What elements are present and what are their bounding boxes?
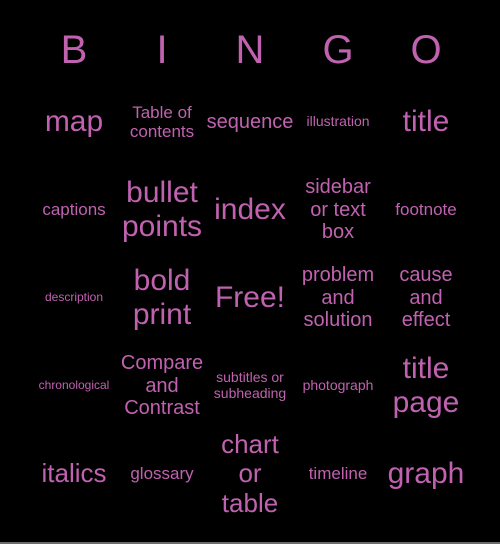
bingo-cell[interactable]: Free! — [206, 254, 294, 342]
header-letter-g: G — [322, 28, 354, 72]
bingo-cell[interactable]: cause and effect — [382, 254, 470, 342]
bingo-cell[interactable]: subtitles or subheading — [206, 342, 294, 430]
bingo-cell[interactable]: description — [30, 254, 118, 342]
bingo-cell[interactable]: Compare and Contrast — [118, 342, 206, 430]
header-letter-b: B — [60, 28, 88, 72]
bingo-cell[interactable]: index — [206, 166, 294, 254]
bingo-cell[interactable]: sidebar or text box — [294, 166, 382, 254]
header-letter-n: N — [235, 28, 265, 72]
bingo-cell[interactable]: map — [30, 78, 118, 166]
bingo-cell[interactable]: problem and solution — [294, 254, 382, 342]
bingo-cell[interactable]: footnote — [382, 166, 470, 254]
bingo-card: B I N G O map Table of contents sequence il… — [0, 0, 500, 544]
bingo-cell[interactable]: timeline — [294, 430, 382, 518]
bingo-cell[interactable]: photograph — [294, 342, 382, 430]
bingo-cell[interactable]: title page — [382, 342, 470, 430]
bingo-cell[interactable]: title — [382, 78, 470, 166]
bingo-cell[interactable]: chronological — [30, 342, 118, 430]
bingo-cell[interactable]: graph — [382, 430, 470, 518]
bingo-cell[interactable]: bullet points — [118, 166, 206, 254]
bingo-cell[interactable]: chart or table — [206, 430, 294, 518]
bingo-grid: map Table of contents sequence illustration… — [30, 78, 470, 518]
bingo-header-row: B I N G O — [30, 0, 470, 78]
header-letter-i: I — [156, 28, 168, 72]
bingo-cell[interactable]: captions — [30, 166, 118, 254]
bingo-cell[interactable]: sequence — [206, 78, 294, 166]
bingo-cell[interactable]: bold print — [118, 254, 206, 342]
bingo-cell[interactable]: glossary — [118, 430, 206, 518]
bingo-cell[interactable]: italics — [30, 430, 118, 518]
header-letter-o: O — [410, 28, 442, 72]
bingo-cell[interactable]: illustration — [294, 78, 382, 166]
bingo-cell[interactable]: Table of contents — [118, 78, 206, 166]
